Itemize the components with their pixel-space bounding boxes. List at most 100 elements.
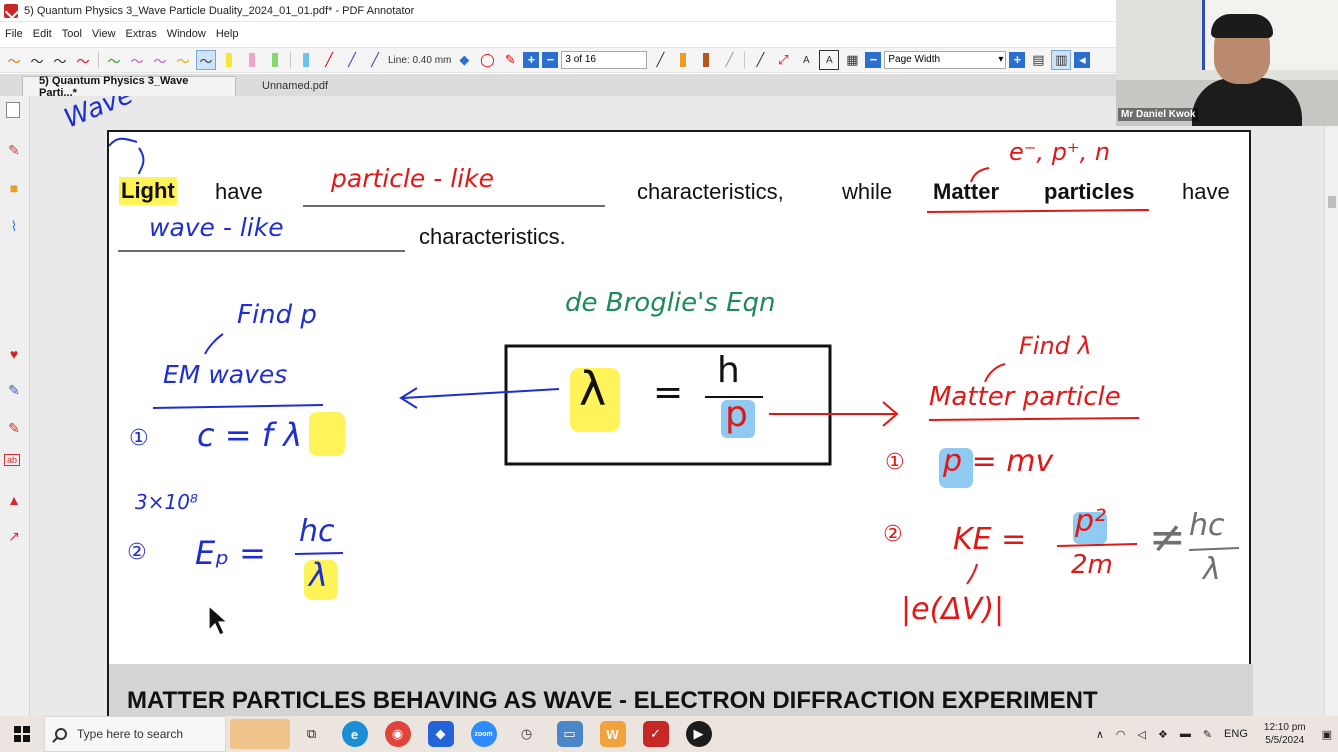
- media-player-icon[interactable]: ▶: [685, 721, 712, 747]
- folder-icon[interactable]: ■: [4, 178, 24, 198]
- menu-view[interactable]: View: [87, 28, 121, 40]
- notification-icon[interactable]: ▣: [1322, 728, 1332, 741]
- page-thumbnail-icon[interactable]: [6, 102, 20, 118]
- pen-input-icon[interactable]: ✎: [1203, 728, 1212, 741]
- eraser-icon[interactable]: ◆: [454, 50, 474, 70]
- menu-help[interactable]: Help: [211, 28, 244, 40]
- handwriting-electron-volt: |e(ΔV)|: [901, 592, 1005, 627]
- dashed-line-icon[interactable]: ╱: [719, 50, 739, 70]
- wave-arrow-stroke: [138, 147, 145, 175]
- search-highlight-image[interactable]: [230, 719, 290, 749]
- equation-equals: =: [653, 372, 684, 413]
- handwriting-eq2-number: ②: [127, 540, 147, 565]
- pen-blue-panel-icon[interactable]: ✎: [4, 380, 24, 400]
- pen-yellow-tool-icon[interactable]: 〜: [173, 50, 193, 70]
- next-page-plus-icon[interactable]: +: [523, 52, 540, 68]
- paperclip-icon[interactable]: ⌇: [4, 216, 24, 236]
- people-icon[interactable]: ❖: [1158, 728, 1168, 741]
- pen-orange-tool-icon[interactable]: 〜: [4, 50, 24, 70]
- clock-time: 12:10 pm: [1263, 722, 1306, 733]
- highlighter-orange-icon[interactable]: [673, 50, 693, 70]
- tab-unnamed[interactable]: Unnamed.pdf: [246, 76, 344, 96]
- matter-particle-underline: [928, 417, 1140, 421]
- dropbox-icon[interactable]: ◆: [427, 721, 454, 747]
- taskbar-clock[interactable]: 12:10 pm 5/5/2024: [1264, 721, 1306, 747]
- clock-date: 5/5/2024: [1265, 735, 1305, 746]
- pen-black-tool-icon[interactable]: 〜: [27, 50, 47, 70]
- pdf-annotator-taskbar-icon[interactable]: ✓: [642, 721, 669, 747]
- pen-green-tool-icon[interactable]: 〜: [104, 50, 124, 70]
- line-red-tool-icon[interactable]: ╱: [319, 50, 339, 70]
- pen-red-panel-icon[interactable]: ✎: [4, 418, 24, 438]
- straight-line-icon[interactable]: ╱: [750, 50, 770, 70]
- menu-extras[interactable]: Extras: [121, 28, 162, 40]
- pdf-page[interactable]: Light have characteristics, while Matter…: [60, 96, 1253, 716]
- zoom-in-icon[interactable]: +: [1009, 52, 1026, 68]
- tab-quantum-physics[interactable]: 5) Quantum Physics 3_Wave Parti...*: [22, 75, 236, 99]
- handwriting-wave: Wave: [59, 96, 138, 135]
- pen-selected-tool-icon[interactable]: 〜: [196, 50, 216, 70]
- previous-page-minus-icon[interactable]: −: [542, 52, 559, 68]
- wifi-icon[interactable]: ◠: [1116, 728, 1126, 741]
- grid-tool-icon[interactable]: ▦: [842, 50, 862, 70]
- line-blue-tool-icon[interactable]: ╱: [342, 50, 362, 70]
- highlighter-pink-icon[interactable]: [242, 50, 262, 70]
- menu-file[interactable]: File: [0, 28, 28, 40]
- search-placeholder: Type here to search: [77, 727, 184, 741]
- pen-dark-tool-icon[interactable]: 〜: [50, 50, 70, 70]
- highlighter-brown-icon[interactable]: [696, 50, 716, 70]
- arrow-tool-icon[interactable]: ⤢: [773, 50, 793, 70]
- document-viewport[interactable]: Light have characteristics, while Matter…: [30, 96, 1324, 716]
- continuous-view-icon[interactable]: ▥: [1051, 50, 1072, 70]
- window-app-icon[interactable]: ▭: [556, 721, 583, 747]
- previous-page-arrow-icon[interactable]: ◂: [1074, 52, 1091, 68]
- pen-magenta-tool-icon[interactable]: 〜: [150, 50, 170, 70]
- chevron-up-icon[interactable]: ∧: [1096, 728, 1104, 741]
- task-view-icon[interactable]: ⧉: [299, 721, 325, 747]
- clock-app-icon[interactable]: ◷: [514, 721, 540, 747]
- vertical-scrollbar[interactable]: [1324, 126, 1338, 716]
- stamp-panel-icon[interactable]: ▲: [4, 490, 24, 510]
- zoom-out-icon[interactable]: −: [865, 52, 882, 68]
- highlighter-yellow-icon[interactable]: [219, 50, 239, 70]
- keyboard-icon[interactable]: ▬: [1180, 728, 1191, 740]
- pen-panel-icon[interactable]: ✎: [4, 140, 24, 160]
- whiteboard-app-icon[interactable]: W: [599, 721, 626, 747]
- arrow-panel-icon[interactable]: ↗: [4, 526, 24, 546]
- page-number-input[interactable]: 3 of 16: [561, 51, 648, 69]
- equation-p: p: [725, 394, 748, 435]
- zoom-value: Page Width: [888, 54, 941, 65]
- eq2-fraction-bar: [294, 552, 344, 555]
- zoom-icon[interactable]: zoom: [470, 721, 497, 747]
- text-tool-icon[interactable]: A: [796, 50, 816, 70]
- pen-purple-tool-icon[interactable]: 〜: [127, 50, 147, 70]
- pen-red-tool-icon[interactable]: 〜: [73, 50, 93, 70]
- text-panel-icon[interactable]: ab: [4, 454, 20, 466]
- menu-window[interactable]: Window: [162, 28, 211, 40]
- lasso-icon[interactable]: ◯: [477, 50, 497, 70]
- pen-tool-icon[interactable]: ╱: [650, 50, 670, 70]
- line-tool-icon[interactable]: ╱: [365, 50, 385, 70]
- language-indicator[interactable]: ENG: [1224, 728, 1248, 740]
- taskbar-search[interactable]: Type here to search: [44, 716, 226, 752]
- edge-browser-icon[interactable]: e: [341, 721, 368, 747]
- windows-taskbar: Type here to search ⧉ e ◉ ◆ zoom ◷ ▭ W ✓…: [0, 716, 1338, 752]
- menu-tool[interactable]: Tool: [57, 28, 87, 40]
- single-page-view-icon[interactable]: ▤: [1028, 50, 1048, 70]
- line-width-label[interactable]: Line: 0.40 mm: [388, 55, 451, 66]
- chrome-browser-icon[interactable]: ◉: [384, 721, 411, 747]
- zoom-select[interactable]: Page Width ▾: [884, 51, 1007, 69]
- menu-edit[interactable]: Edit: [28, 28, 57, 40]
- handwriting-de-broglie: de Broglie's Eqn: [565, 288, 776, 318]
- text-box-tool-icon[interactable]: A: [819, 50, 840, 70]
- scrollbar-thumb[interactable]: [1328, 196, 1336, 208]
- section-heading: MATTER PARTICLES BEHAVING AS WAVE - ELEC…: [127, 687, 1098, 714]
- highlighter-blue-icon[interactable]: [296, 50, 316, 70]
- volume-icon[interactable]: ◁: [1137, 728, 1145, 741]
- start-button[interactable]: [0, 716, 44, 752]
- favorites-heart-icon[interactable]: ♥: [4, 344, 24, 364]
- lambda-highlight-eq1: [309, 412, 345, 456]
- stamp-tool-icon[interactable]: ✎: [500, 50, 520, 70]
- highlighter-green-icon[interactable]: [265, 50, 285, 70]
- menu-bar: File Edit Tool View Extras Window Help: [0, 24, 243, 44]
